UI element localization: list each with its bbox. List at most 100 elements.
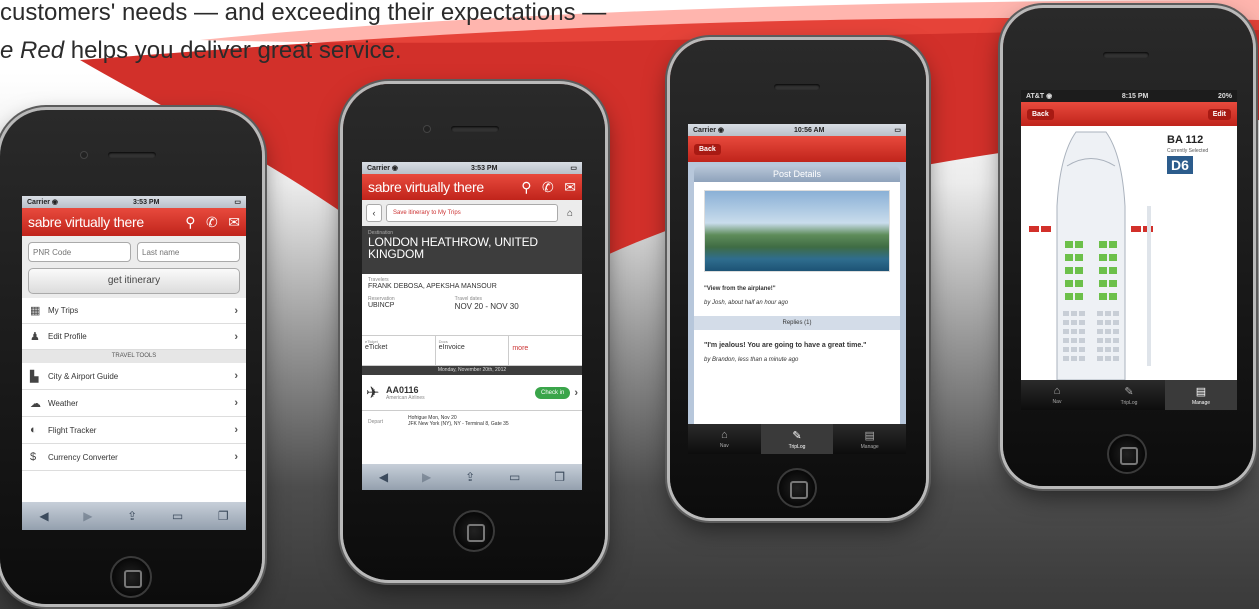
phone-4-screen: AT&T ◉ 8:15 PM 20% Back Edit BA 112 Curr… (1021, 90, 1237, 410)
chevron-right-icon: › (234, 330, 238, 343)
back-arrow-icon[interactable]: ◀ (39, 509, 48, 523)
back-button[interactable]: Back (1027, 108, 1054, 120)
tabs-icon[interactable]: ❐ (554, 470, 565, 484)
battery-icon: ▭ (894, 127, 901, 134)
tab-triplog[interactable]: ✎ TripLog (1093, 380, 1165, 410)
cloud-icon: ☁ (30, 397, 41, 410)
forward-arrow-icon[interactable]: ▶ (83, 509, 92, 523)
last-name-input[interactable] (137, 242, 240, 262)
share-icon[interactable]: ⇪ (127, 509, 137, 523)
brand-logo: sabre virtually there (28, 214, 144, 230)
tab-bar: ⌂ Nav ✎ TripLog ▤ Manage (688, 424, 906, 454)
phone-camera (80, 151, 88, 159)
einvoice-cell[interactable]: Docs eInvoice (436, 336, 510, 365)
menu-item-city-guide[interactable]: ▙ City & Airport Guide › (22, 363, 246, 390)
pin-icon[interactable]: ⚲ (521, 179, 531, 195)
phone-2: Carrier ◉ 3:53 PM ▭ sabre virtually ther… (343, 84, 605, 580)
airline-name: American Airlines (386, 394, 425, 401)
chevron-right-icon: › (234, 424, 238, 436)
home-button[interactable] (453, 510, 495, 552)
back-button[interactable]: ‹ (366, 204, 382, 222)
pnr-code-input[interactable] (28, 242, 131, 262)
tab-bar: ⌂ Nav ✎ TripLog ▤ Manage (1021, 380, 1237, 410)
post-photo[interactable] (704, 190, 890, 272)
pencil-icon: ✎ (1124, 385, 1134, 398)
home-button[interactable] (110, 556, 152, 598)
aircraft-seat-map[interactable] (1021, 126, 1161, 380)
carrier-label: AT&T ◉ (1026, 93, 1053, 100)
destination-value: LONDON HEATHROW, UNITED KINGDOM (368, 235, 538, 261)
status-bar: Carrier ◉ 10:56 AM ▭ (688, 124, 906, 136)
status-bar: Carrier ◉ 3:53 PM ▭ (22, 196, 246, 208)
brand-logo: sabre virtually there (368, 179, 484, 195)
battery-icon: ▭ (234, 199, 241, 206)
battery-level: 20% (1217, 92, 1232, 100)
login-form: get itinerary (22, 236, 246, 298)
menu-item-weather[interactable]: ☁ Weather › (22, 390, 246, 417)
pencil-icon: ✎ (792, 429, 802, 442)
pin-icon[interactable]: ⚲ (185, 214, 195, 230)
phone-speaker (108, 152, 156, 158)
get-itinerary-button[interactable]: get itinerary (28, 268, 240, 294)
menu-item-currency[interactable]: $ Currency Converter › (22, 444, 246, 471)
menu-item-edit-profile[interactable]: ♟ Edit Profile › (22, 324, 246, 350)
globe-icon: ◐ (30, 424, 37, 436)
nav-bar: Back Edit (1021, 102, 1237, 126)
home-icon[interactable]: ⌂ (562, 208, 578, 219)
folder-icon: ▤ (864, 429, 875, 442)
chevron-right-icon: › (234, 397, 238, 409)
check-in-button[interactable]: Check in (534, 386, 571, 399)
currently-selected-label: Currently Selected (1167, 148, 1209, 154)
home-icon: ⌂ (721, 429, 728, 441)
airplane-icon: ✈ (366, 384, 380, 402)
mail-icon[interactable]: ✉ (564, 179, 576, 195)
flight-row[interactable]: ✈ AA0116 American Airlines Check in › (362, 375, 582, 411)
edit-button[interactable]: Edit (1207, 108, 1231, 120)
seat-map-area: BA 112 Currently Selected D6 (1021, 126, 1237, 380)
post-card: "View from the airplane!" by Josh, about… (694, 182, 900, 440)
eticket-cell[interactable]: eTicket eTicket (362, 336, 436, 365)
tab-manage[interactable]: ▤ Manage (1165, 380, 1237, 410)
clock: 3:53 PM (470, 164, 498, 172)
browser-toolbar: ◀ ▶ ⇪ ▭ ❐ (362, 464, 582, 490)
home-button[interactable] (1107, 434, 1147, 474)
calendar-icon: ▦ (30, 305, 41, 317)
post-caption: "View from the airplane!" (704, 286, 776, 292)
currency-icon: $ (30, 451, 37, 463)
app-header: sabre virtually there ⚲ ✆ ✉ (362, 174, 582, 200)
share-icon[interactable]: ⇪ (465, 470, 475, 484)
home-button[interactable] (777, 468, 817, 508)
docs-row: eTicket eTicket Docs eInvoice more (362, 336, 582, 366)
tab-nav[interactable]: ⌂ Nav (688, 424, 761, 454)
reservation-value: UBINCP (368, 302, 395, 309)
bookmarks-icon[interactable]: ▭ (172, 509, 183, 523)
section-header-travel-tools: TRAVEL TOOLS (22, 350, 246, 363)
depart-info: Depart Hofrigue Mon, Nov 20 JFK New York… (368, 415, 509, 427)
tab-nav[interactable]: ⌂ Nav (1021, 380, 1093, 410)
tab-triplog[interactable]: ✎ TripLog (760, 424, 834, 454)
bookmarks-icon[interactable]: ▭ (509, 470, 520, 484)
forward-arrow-icon[interactable]: ▶ (422, 470, 431, 484)
folder-icon: ▤ (1195, 385, 1207, 398)
more-cell[interactable]: more (509, 336, 582, 365)
chevron-right-icon: › (234, 304, 238, 317)
phone-icon[interactable]: ✆ (206, 214, 218, 230)
phone-camera (423, 125, 431, 133)
reply-meta: by Brandon, less than a minute ago (704, 357, 799, 363)
menu-item-flight-tracker[interactable]: ◐ Flight Tracker › (22, 417, 246, 444)
browser-toolbar: ◀ ▶ ⇪ ▭ ❐ (22, 502, 246, 530)
back-arrow-icon[interactable]: ◀ (379, 470, 388, 484)
post-meta: by Josh, about half an hour ago (704, 300, 789, 306)
phone-icon[interactable]: ✆ (542, 179, 554, 195)
headline-line2: e Red helps you deliver great service. (0, 37, 402, 64)
carrier-label: Carrier ◉ (27, 199, 59, 206)
marketing-headline: customers' needs — and exceeding their e… (0, 0, 606, 70)
back-button[interactable]: Back (694, 143, 721, 155)
menu-item-my-trips[interactable]: ▦ My Trips › (22, 298, 246, 324)
dates-value: NOV 20 - NOV 30 (454, 302, 519, 311)
save-itinerary-button[interactable]: Save itinerary to My Trips (386, 204, 558, 222)
phone-3: Carrier ◉ 10:56 AM ▭ Back Post Details "… (670, 40, 926, 518)
tabs-icon[interactable]: ❐ (218, 509, 229, 523)
tab-manage[interactable]: ▤ Manage (833, 424, 906, 454)
mail-icon[interactable]: ✉ (228, 214, 240, 230)
